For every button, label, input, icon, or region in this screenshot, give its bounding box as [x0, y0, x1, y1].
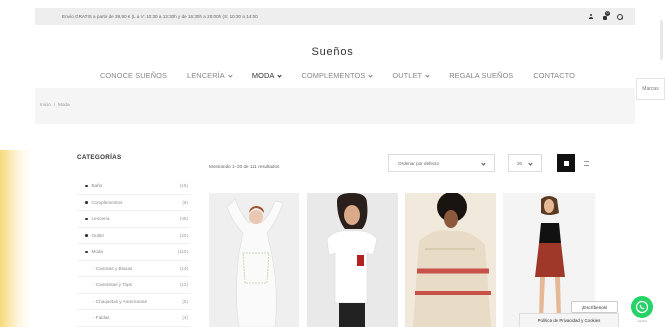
nav-label: MODA [251, 71, 275, 80]
category-count: (12) [179, 282, 188, 288]
breadcrumb-current: Moda [58, 102, 70, 107]
category-count: (4) [182, 315, 188, 321]
top-info-bar: Envío GRATIS a partir de 39,90 € (L a V:… [35, 8, 635, 25]
category-label: Lencería [91, 216, 110, 222]
category-count: (110) [177, 249, 188, 255]
product-card[interactable] [209, 193, 299, 327]
breadcrumb-band [35, 88, 635, 124]
product-white-graphic-tee-icon [307, 193, 398, 327]
chevron-down-icon [481, 160, 486, 166]
breadcrumb-home[interactable]: Inicio [40, 102, 51, 107]
product-card[interactable] [405, 193, 496, 327]
sort-value: Ordenar por defecto [398, 160, 440, 166]
bullet-icon [85, 250, 88, 253]
category-label: Complementos [91, 199, 123, 205]
category-label: - Chaquetas y Americanas [93, 298, 147, 304]
category-label: Outlet [91, 232, 104, 238]
product-white-embroidered-blouse-icon [209, 193, 299, 327]
category-list: Baño (15) Complementos (9) Lencería (45) Ou… [77, 178, 190, 327]
category-count: (9) [182, 199, 188, 205]
nav-item-contacto[interactable]: CONTACTO [533, 71, 575, 80]
category-count: (20) [179, 232, 188, 238]
subcategory-item-camisas[interactable]: - Camisas y Blusas (14) [77, 261, 190, 277]
category-item-complementos[interactable]: Complementos (9) [77, 195, 190, 211]
chevron-down-icon [425, 72, 430, 78]
nav-item-complementos[interactable]: COMPLEMENTOS [301, 71, 373, 80]
category-item-bano[interactable]: Baño (15) [77, 178, 190, 195]
site-logo[interactable]: Sueños [0, 46, 665, 58]
chat-bubble[interactable]: ¡Escríbenos! [571, 301, 618, 313]
shipping-notice: Envío GRATIS a partir de 39,90 € (L a V:… [62, 14, 258, 19]
grid-view-icon [563, 160, 569, 166]
category-label: - Camisas y Blusas [93, 265, 133, 271]
results-count: Mostrando 1–20 de 111 resultados [209, 164, 280, 169]
nav-item-regala-suenos[interactable]: REGALA SUEÑOS [449, 71, 513, 80]
nav-label: OUTLET [392, 71, 423, 80]
decorative-glow [0, 150, 30, 327]
chevron-down-icon [528, 160, 533, 166]
nav-label: CONTACTO [533, 71, 575, 80]
category-item-moda[interactable]: Moda (110) [77, 244, 190, 261]
privacy-cookies-tab[interactable]: Política de Privacidad y Cookies [519, 313, 619, 327]
subcategory-item-faldas[interactable]: - Faldas (4) [77, 310, 190, 327]
breadcrumb-separator: / [53, 102, 56, 107]
brands-side-tab[interactable]: Marcas [636, 78, 665, 100]
sort-select[interactable]: Ordenar por defecto [388, 154, 495, 172]
per-page-select[interactable]: 20 [508, 154, 542, 172]
subcategory-item-chaquetas[interactable]: - Chaquetas y Americanas (5) [77, 294, 190, 310]
bullet-icon [85, 201, 88, 204]
categories-title: CATEGORÍAS [77, 154, 122, 161]
user-icon[interactable] [589, 14, 593, 19]
main-nav: CONOCE SUEÑOS LENCERÍA MODA COMPLEMENTOS… [100, 71, 575, 80]
product-card[interactable] [307, 193, 398, 327]
grid-view-button[interactable] [557, 154, 575, 172]
page: Envío GRATIS a partir de 39,90 € (L a V:… [0, 0, 665, 327]
category-count: (14) [179, 265, 188, 271]
category-item-outlet[interactable]: Outlet (20) [77, 228, 190, 244]
category-label: - Camisetas y Tops [93, 282, 132, 288]
nav-item-outlet[interactable]: OUTLET [392, 71, 430, 80]
list-view-button[interactable] [577, 154, 595, 172]
nav-item-conoce-suenos[interactable]: CONOCE SUEÑOS [100, 71, 167, 80]
account-icons: 0 [589, 10, 623, 20]
whatsapp-caption: Joinchat [637, 320, 647, 323]
per-page-value: 20 [517, 160, 523, 166]
chevron-down-icon [228, 72, 233, 78]
nav-label: REGALA SUEÑOS [449, 71, 514, 80]
category-item-lenceria[interactable]: Lencería (45) [77, 211, 190, 228]
category-count: (45) [179, 216, 188, 222]
product-striped-knit-poncho-icon [405, 193, 496, 327]
nav-label: CONOCE SUEÑOS [100, 71, 168, 80]
category-count: (15) [179, 183, 188, 189]
nav-item-lenceria[interactable]: LENCERÍA [187, 71, 233, 80]
bullet-icon [85, 217, 88, 220]
subcategory-item-camisetas[interactable]: - Camisetas y Tops (12) [77, 277, 190, 294]
nav-item-moda[interactable]: MODA [251, 71, 283, 80]
bag-icon[interactable]: 0 [602, 10, 610, 20]
category-count: (5) [182, 298, 188, 304]
bullet-icon [85, 184, 88, 187]
cart-count-badge: 0 [605, 10, 610, 16]
nav-label: COMPLEMENTOS [301, 71, 366, 80]
chevron-down-icon [368, 72, 373, 78]
bullet-icon [85, 234, 88, 237]
category-label: Moda [91, 249, 104, 255]
whatsapp-button[interactable] [631, 296, 653, 318]
search-icon[interactable] [617, 13, 623, 20]
list-view-icon [583, 160, 589, 166]
nav-label: LENCERÍA [187, 71, 225, 80]
whatsapp-icon [635, 300, 649, 314]
breadcrumb: Inicio / Moda [40, 102, 70, 107]
category-label: Baño [91, 183, 103, 189]
category-label: - Faldas [93, 315, 110, 321]
chevron-down-icon [277, 72, 283, 78]
